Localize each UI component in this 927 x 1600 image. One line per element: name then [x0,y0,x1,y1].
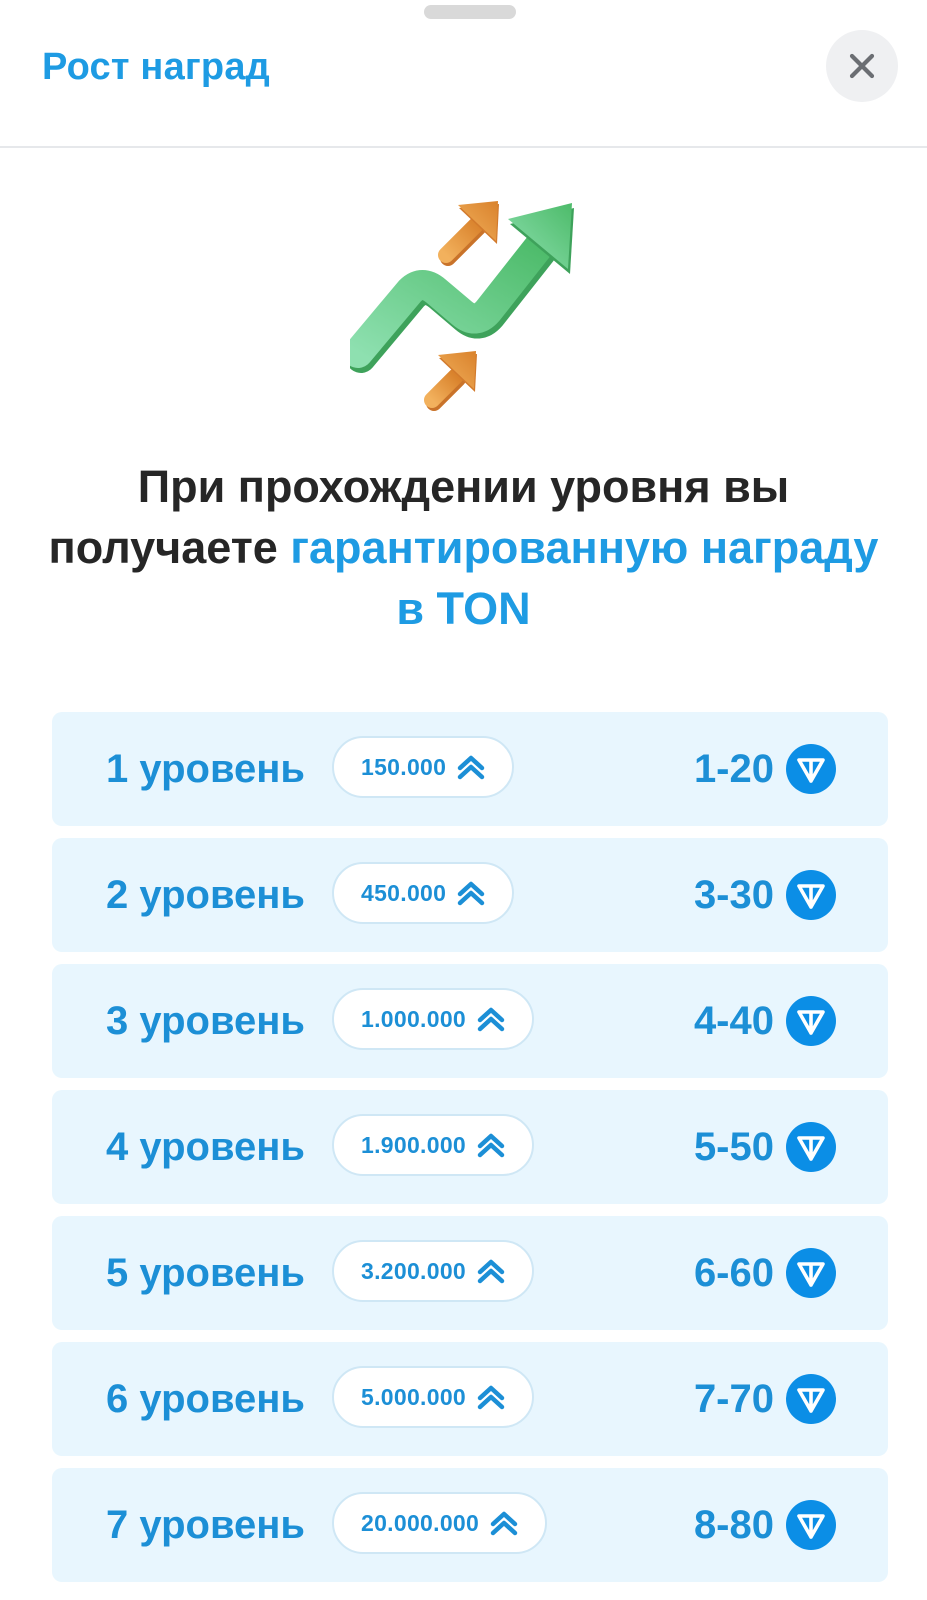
double-chevron-up-icon [477,1259,505,1284]
level-label: 7 уровень [106,1503,306,1547]
points-value: 450.000 [361,879,447,906]
points-badge: 20.000.000 [332,1492,548,1554]
ton-icon [786,1248,836,1298]
reward: 1-20 [694,712,836,826]
reward-value: 1-20 [693,746,774,791]
double-chevron-up-icon [458,881,485,906]
reward-value: 8-80 [693,1502,774,1547]
reward: 3-30 [694,838,836,952]
points-badge: 1.900.000 [332,1114,535,1176]
points-value: 5.000.000 [361,1383,467,1410]
level-label: 5 уровень [106,1251,306,1295]
points-badge: 1.000.000 [332,988,535,1050]
level-label: 3 уровень [106,999,306,1043]
level-label: 2 уровень [106,873,306,917]
reward-value: 7-70 [693,1376,774,1421]
ton-icon [786,1500,836,1550]
level-row-3: 3 уровень 1.000.000 4-40 [52,964,888,1078]
headline-accent-text: гарантированную награду в TON [290,522,879,634]
level-row-5: 5 уровень 3.200.000 6-60 [52,1216,888,1330]
reward-value: 6-60 [693,1250,774,1295]
ton-icon [786,744,836,794]
level-row-4: 4 уровень 1.900.000 5-50 [52,1090,888,1204]
growth-arrows-icon [350,201,574,411]
small-arrow-top [438,201,499,266]
points-value: 150.000 [361,753,447,780]
levels-list: 1 уровень 150.000 1-20 2 уровень 450.000… [52,712,888,1594]
reward-value: 3-30 [693,872,774,917]
points-value: 20.000.000 [361,1509,480,1536]
close-button[interactable] [826,30,898,102]
points-value: 1.000.000 [361,1005,467,1032]
level-row-1: 1 уровень 150.000 1-20 [52,712,888,826]
points-badge: 450.000 [332,862,515,924]
reward: 8-80 [694,1468,836,1582]
page-title: Рост наград [42,46,270,88]
points-badge: 5.000.000 [332,1366,535,1428]
ton-icon [786,996,836,1046]
ton-icon [786,1374,836,1424]
level-row-6: 6 уровень 5.000.000 7-70 [52,1342,888,1456]
points-badge: 3.200.000 [332,1240,535,1302]
reward: 5-50 [694,1090,836,1204]
level-label: 1 уровень [106,747,306,791]
double-chevron-up-icon [458,755,485,780]
small-arrow-bottom [424,351,477,411]
level-row-7: 7 уровень 20.000.000 8-80 [52,1468,888,1582]
double-chevron-up-icon [477,1385,505,1410]
headline: При прохождении уровня вы получаете гара… [40,456,887,639]
level-label: 6 уровень [106,1377,306,1421]
ton-icon [786,1122,836,1172]
level-row-2: 2 уровень 450.000 3-30 [52,838,888,952]
reward-value: 5-50 [693,1124,774,1169]
close-icon [849,53,875,79]
sheet-header: Рост наград [0,0,927,148]
reward: 7-70 [694,1342,836,1456]
reward: 4-40 [694,964,836,1078]
double-chevron-up-icon [477,1133,505,1158]
level-label: 4 уровень [106,1125,306,1169]
reward-value: 4-40 [693,998,774,1043]
reward: 6-60 [694,1216,836,1330]
double-chevron-up-icon [490,1511,518,1536]
points-value: 1.900.000 [361,1131,467,1158]
double-chevron-up-icon [477,1007,505,1032]
points-badge: 150.000 [332,736,515,798]
ton-icon [786,870,836,920]
points-value: 3.200.000 [361,1257,467,1284]
